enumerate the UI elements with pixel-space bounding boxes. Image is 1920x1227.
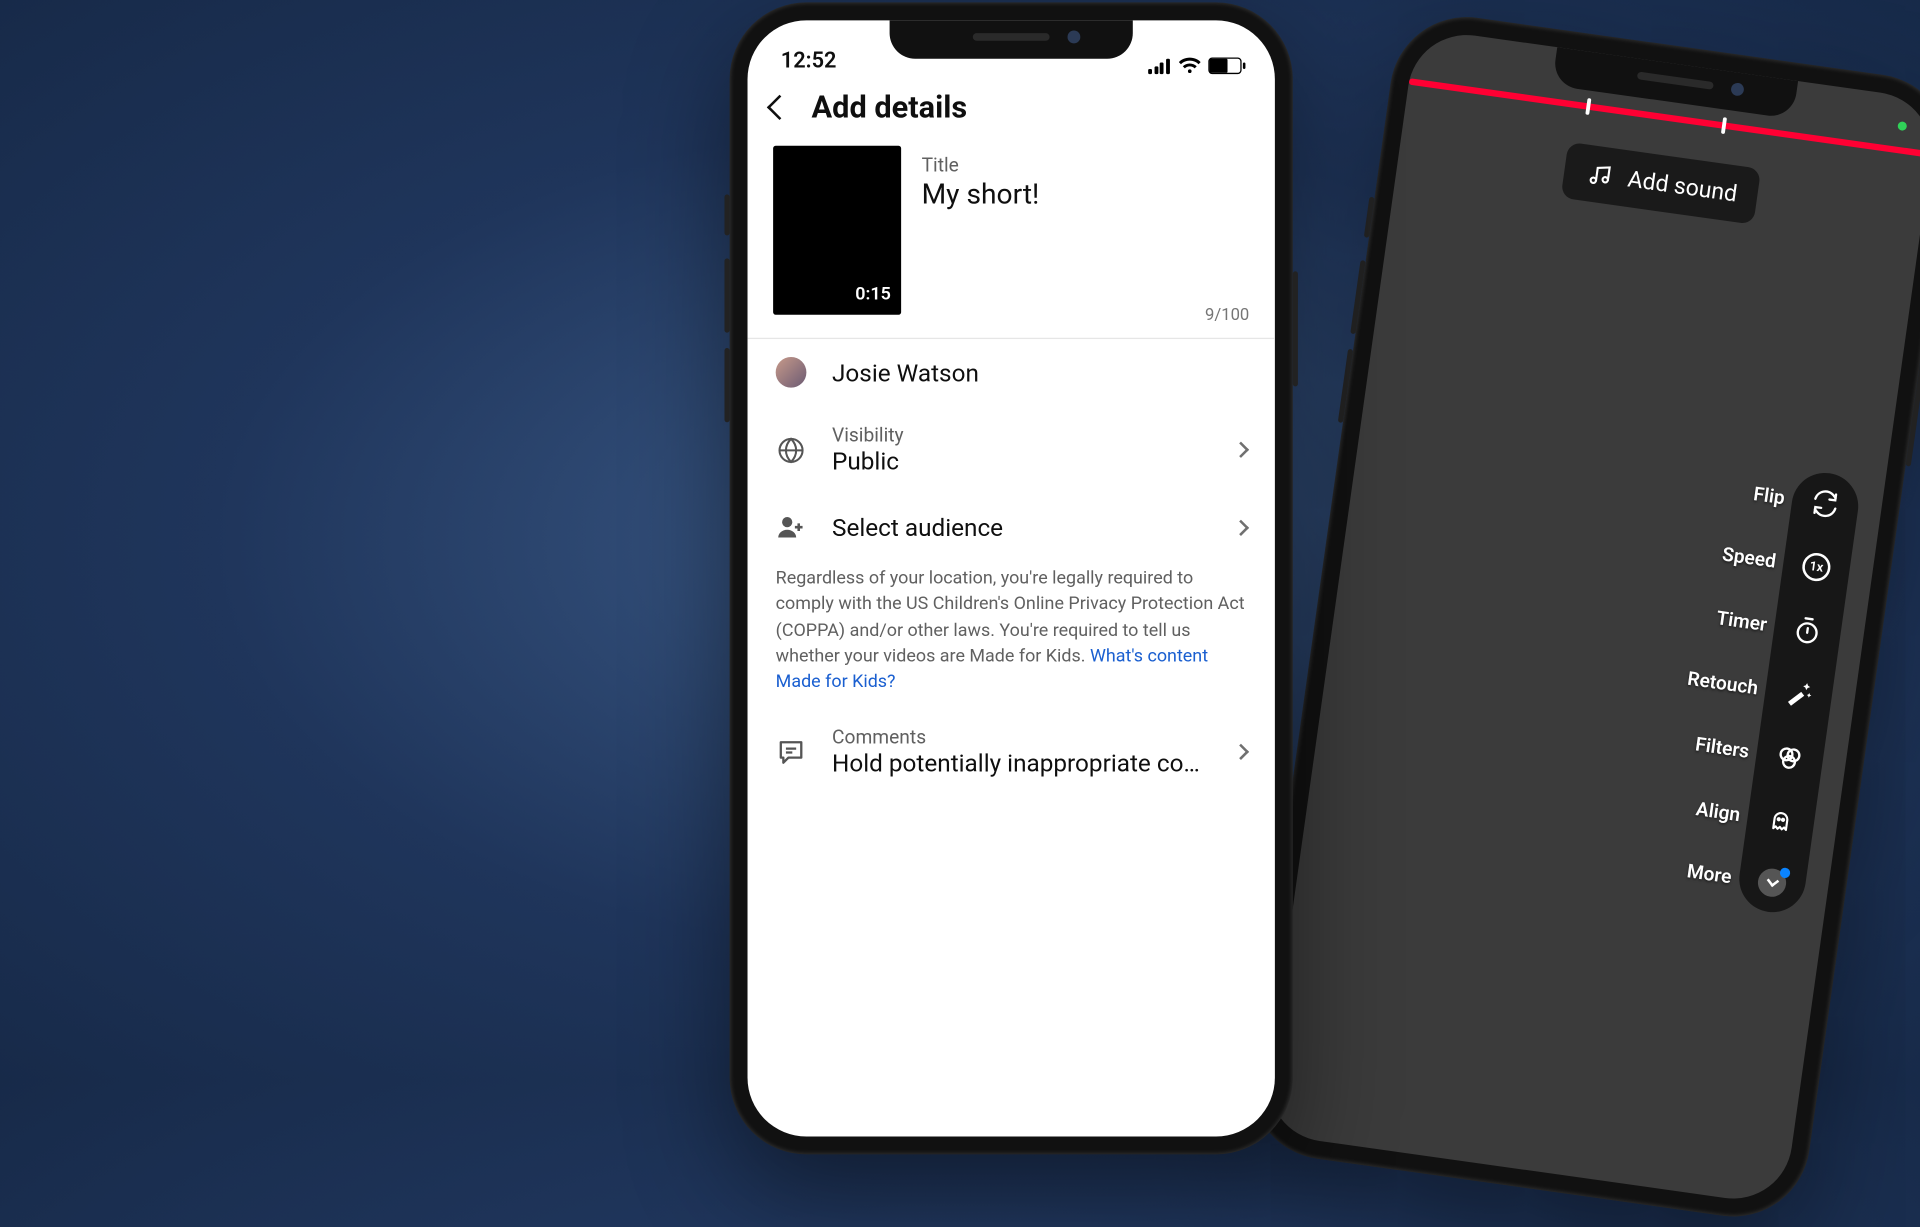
coppa-disclaimer: Regardless of your location, you're lega… <box>748 560 1275 708</box>
back-button[interactable] <box>767 95 792 120</box>
speed-icon: 1x <box>1799 550 1834 585</box>
chevron-right-icon <box>1233 744 1249 760</box>
avatar <box>776 357 807 388</box>
camera-phone-mockup: Add sound Flip Speed 1x Timer <box>1241 7 1920 1226</box>
add-sound-label: Add sound <box>1626 165 1739 207</box>
chevron-right-icon <box>1233 442 1249 458</box>
comment-icon <box>776 737 807 768</box>
timer-icon <box>1790 613 1825 648</box>
account-name: Josie Watson <box>832 358 979 387</box>
title-label: Title <box>922 153 1250 176</box>
comments-value: Hold potentially inappropriate com... <box>832 749 1210 778</box>
wifi-icon <box>1179 57 1201 74</box>
tool-more[interactable]: More <box>1737 864 1807 901</box>
title-input[interactable]: My short! <box>922 179 1250 211</box>
filters-icon <box>1772 740 1807 775</box>
tool-timer[interactable]: Timer <box>1772 611 1842 651</box>
notification-dot <box>1779 867 1791 879</box>
video-duration: 0:15 <box>855 284 891 304</box>
tool-speed[interactable]: Speed 1x <box>1781 547 1851 587</box>
comments-row[interactable]: Comments Hold potentially inappropriate … <box>748 708 1275 796</box>
account-row: Josie Watson <box>748 339 1275 406</box>
people-icon <box>776 512 807 543</box>
tool-flip[interactable]: Flip <box>1790 484 1860 524</box>
battery-icon <box>1208 57 1241 74</box>
globe-icon <box>776 434 807 465</box>
status-time: 12:52 <box>781 48 837 74</box>
page-title: Add details <box>812 89 968 125</box>
shorts-camera-screen: Add sound Flip Speed 1x Timer <box>1261 27 1920 1206</box>
music-note-icon <box>1583 157 1618 192</box>
chevron-right-icon <box>1233 519 1249 535</box>
visibility-value: Public <box>832 447 1210 476</box>
tool-align[interactable]: Align <box>1746 801 1816 841</box>
tool-filters[interactable]: Filters <box>1755 737 1825 777</box>
camera-active-indicator <box>1897 121 1907 131</box>
cellular-signal-icon <box>1148 58 1171 73</box>
camera-tool-rail: Flip Speed 1x Timer Retouch <box>1735 469 1863 917</box>
audience-label: Select audience <box>832 512 1210 541</box>
title-section: 0:15 Title My short! 9/100 <box>748 146 1275 339</box>
chevron-down-icon <box>1756 867 1788 899</box>
flip-icon <box>1808 486 1843 521</box>
add-details-screen: 12:52 Add details 0:15 Title <box>748 20 1275 1136</box>
video-thumbnail[interactable]: 0:15 <box>773 146 901 315</box>
visibility-row[interactable]: Visibility Public <box>748 406 1275 494</box>
audience-row[interactable]: Select audience <box>748 494 1275 561</box>
add-sound-button[interactable]: Add sound <box>1561 142 1762 225</box>
char-counter: 9/100 <box>1205 306 1249 325</box>
magic-wand-icon <box>1781 676 1816 711</box>
details-phone-mockup: 12:52 Add details 0:15 Title <box>730 2 1293 1154</box>
tool-retouch[interactable]: Retouch <box>1763 674 1833 714</box>
phone-notch <box>890 20 1133 58</box>
ghost-icon <box>1763 803 1798 838</box>
